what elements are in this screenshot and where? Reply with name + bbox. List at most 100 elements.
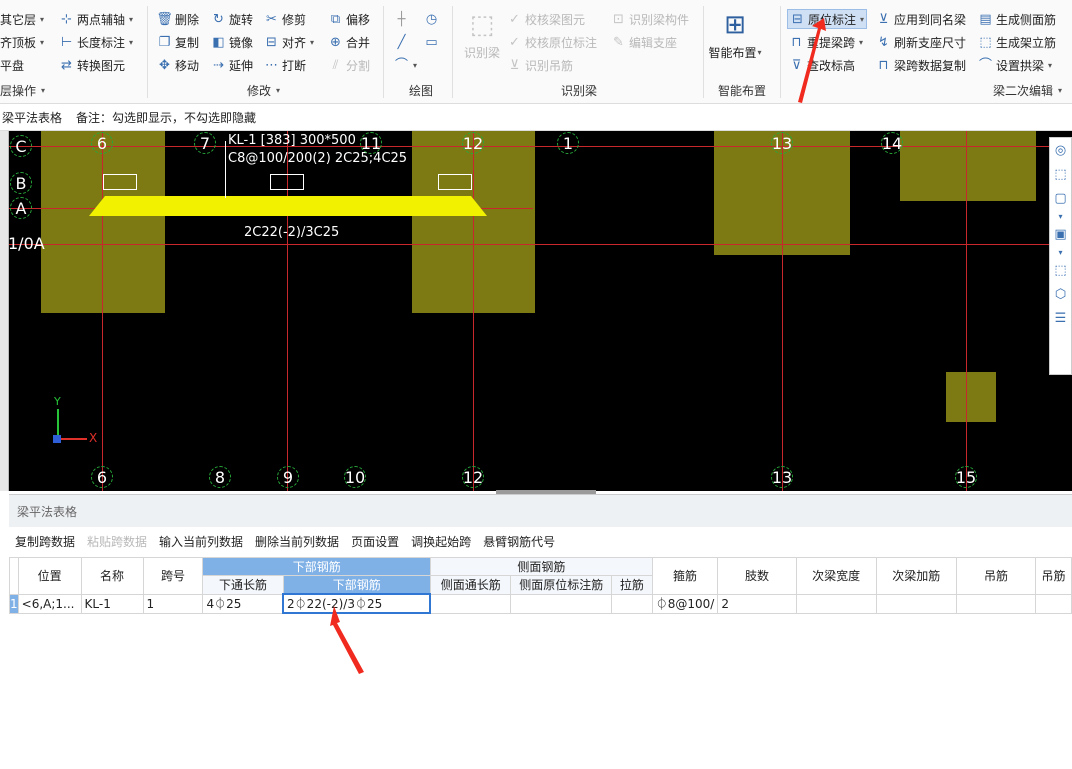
copy-button[interactable]: ❐ 复制 (157, 32, 199, 52)
view-box-icon[interactable]: ▣ (1050, 222, 1071, 246)
drawing-canvas[interactable]: KL-1 [383] 300*500 C8@100/200(2) 2C25;4C… (9, 131, 1072, 491)
draw-rect-button[interactable]: ▭ (424, 32, 439, 52)
header-side-rebar-group: 侧面钢筋 (429, 557, 653, 576)
ribbon-toolbar: 其它层 ▾ 齐顶板 ▾ 平盘 层操作 ▾ ⊹ 两点辅轴 ▾ ⊢ 长度标注 ▾ ⇄ 转换图元 🗑 删… (0, 0, 1072, 104)
offset-button[interactable]: ⧉ 偏移 (328, 9, 370, 29)
axis-number-top: 7 (194, 132, 216, 154)
axis-icon: ⊹ (61, 11, 72, 27)
generate-side-rebar-button[interactable]: ▤ 生成侧面筋 (978, 9, 1056, 29)
delete-button[interactable]: 🗑 删除 (156, 9, 199, 29)
ribbon-two-point-axis-button[interactable]: ⊹ 两点辅轴 ▾ (59, 9, 133, 29)
cell-span[interactable]: 1 (142, 593, 204, 614)
split-button[interactable]: ⫽ 分割 (328, 55, 370, 75)
axis-row-label: A (10, 197, 32, 219)
merge-button[interactable]: ⊕ 合并 (328, 32, 370, 52)
rectangle-icon: ▭ (425, 34, 438, 50)
axis-number-bottom: 15 (955, 466, 977, 488)
identify-hanger-button[interactable]: ⊻ 识别吊筋 (507, 55, 573, 75)
header-side-through: 侧面通长筋 (429, 575, 512, 595)
trim-button[interactable]: ✂ 修剪 (264, 9, 306, 29)
delete-column-data-button[interactable]: 删除当前列数据 (255, 533, 339, 550)
draw-point-button[interactable]: ┼ (394, 9, 409, 29)
ribbon-panel-button[interactable]: 平盘 (0, 55, 24, 75)
cell-name[interactable]: KL-1 (80, 593, 144, 614)
side-rebar-icon: ▤ (979, 11, 992, 27)
ribbon-separator (452, 6, 453, 98)
align-button[interactable]: ⊟ 对齐 ▾ (264, 32, 314, 52)
cell-secondary-add[interactable] (875, 593, 957, 614)
mirror-icon: ◧ (212, 34, 225, 50)
rotate-button[interactable]: ↻ 旋转 (211, 9, 253, 29)
trim-icon: ✂ (266, 11, 277, 27)
cantilever-rebar-code-button[interactable]: 悬臂钢筋代号 (483, 533, 555, 550)
draw-arc-button[interactable]: ⌒ ▾ (394, 55, 417, 75)
ribbon-align-top-button[interactable]: 齐顶板 ▾ (0, 32, 44, 52)
identify-beam-component-button[interactable]: ⊡ 识别梁构件 (611, 9, 689, 29)
selection-box-icon[interactable]: ⬚ (1050, 258, 1071, 282)
paste-span-data-button[interactable]: 粘贴跨数据 (87, 533, 147, 550)
check-local-annotation-button[interactable]: ✓ 校核原位标注 (507, 32, 597, 52)
copy-span-data-button[interactable]: 复制跨数据 (15, 533, 75, 550)
cell-stirrup[interactable]: ⏀8@100/ (651, 593, 719, 614)
row-number[interactable]: 1 (9, 593, 19, 614)
copy-span-data-button[interactable]: ⊓ 梁跨数据复制 (876, 55, 966, 75)
cell-legs[interactable]: 2 (717, 593, 797, 614)
line-icon: ╱ (397, 34, 406, 50)
header-bottom-through: 下通长筋 (202, 575, 284, 595)
axis-number-bottom: 13 (771, 466, 793, 488)
cell-hanger-2[interactable] (1035, 593, 1072, 614)
generate-frame-rebar-button[interactable]: ⬚ 生成架立筋 (978, 32, 1056, 52)
column[interactable] (900, 131, 1036, 201)
check-beam-element-button[interactable]: ✓ 校核梁图元 (507, 9, 585, 29)
extend-button[interactable]: ⇢ 延伸 (211, 55, 253, 75)
cell-secondary-width[interactable] (795, 593, 877, 614)
axis-number-bottom: 12 (462, 466, 484, 488)
ribbon-convert-element-button[interactable]: ⇄ 转换图元 (59, 55, 125, 75)
draw-line-button[interactable]: ╱ (394, 32, 409, 52)
axis-number-bottom: 9 (277, 466, 299, 488)
chevron-down-icon[interactable]: ▾ (1050, 210, 1071, 222)
column[interactable] (41, 131, 165, 313)
ribbon-other-layer-button[interactable]: 其它层 ▾ (0, 9, 44, 29)
cell-position[interactable]: <6,A;1... (17, 593, 82, 614)
column[interactable] (946, 372, 996, 422)
axis-number-top: 12 (462, 132, 484, 154)
left-collapse-strip[interactable] (0, 131, 9, 491)
edit-support-button[interactable]: ✎ 编辑支座 (611, 32, 677, 52)
cell-hanger[interactable] (955, 593, 1037, 614)
view-3d-icon[interactable]: ⬚ (1050, 162, 1071, 186)
identify-beam-button[interactable]: ⬚ 识别梁 (462, 10, 502, 66)
chevron-down-icon[interactable]: ▾ (1050, 246, 1071, 258)
move-button[interactable]: ✥ 移动 (157, 55, 199, 75)
cell-bottom-through[interactable]: 4⏀25 (202, 593, 284, 614)
grid-table-toggle-label[interactable]: 梁平法表格 (2, 109, 62, 126)
cell-side-local[interactable] (510, 593, 613, 614)
refresh-support-size-button[interactable]: ↯ 刷新支座尺寸 (876, 32, 966, 52)
point-icon: ┼ (397, 11, 406, 27)
cell-side-through[interactable] (429, 593, 512, 614)
set-arch-beam-button[interactable]: ⌒ 设置拱梁 ▾ (978, 55, 1052, 75)
input-column-data-button[interactable]: 输入当前列数据 (159, 533, 243, 550)
apply-same-beam-button[interactable]: ⊻ 应用到同名梁 (876, 9, 966, 29)
smart-layout-button[interactable]: ⊞ 智能布置 ▾ (708, 10, 761, 66)
annotation-arrow-bottom (330, 606, 364, 674)
page-setup-button[interactable]: 页面设置 (351, 533, 399, 550)
swap-start-span-button[interactable]: 调换起始跨 (411, 533, 471, 550)
properties-icon[interactable]: ☰ (1050, 306, 1071, 330)
draw-clock-button[interactable]: ◷ (424, 9, 439, 29)
axis-number-bottom: 10 (344, 466, 366, 488)
beam-kl-1[interactable] (89, 194, 489, 218)
header-position: 位置 (17, 557, 82, 595)
view-rotate-icon[interactable]: ◎ (1050, 138, 1071, 162)
chevron-down-icon: ▾ (276, 86, 281, 95)
arch-icon: ⌒ (978, 57, 992, 73)
mirror-button[interactable]: ◧ 镜像 (211, 32, 253, 52)
ribbon-length-dimension-button[interactable]: ⊢ 长度标注 ▾ (59, 32, 133, 52)
break-button[interactable]: ⋯ 打断 (264, 55, 306, 75)
header-hanger-2: 吊筋 (1035, 557, 1072, 595)
cell-tie[interactable] (611, 593, 653, 614)
table-row[interactable]: 1 <6,A;1... KL-1 1 4⏀25 2⏀22(-2)/3⏀25 ⏀8… (9, 593, 1072, 614)
view-cube-icon[interactable]: ▢ (1050, 186, 1071, 210)
3d-box-icon[interactable]: ⬡ (1050, 282, 1071, 306)
offset-icon: ⧉ (330, 11, 341, 27)
